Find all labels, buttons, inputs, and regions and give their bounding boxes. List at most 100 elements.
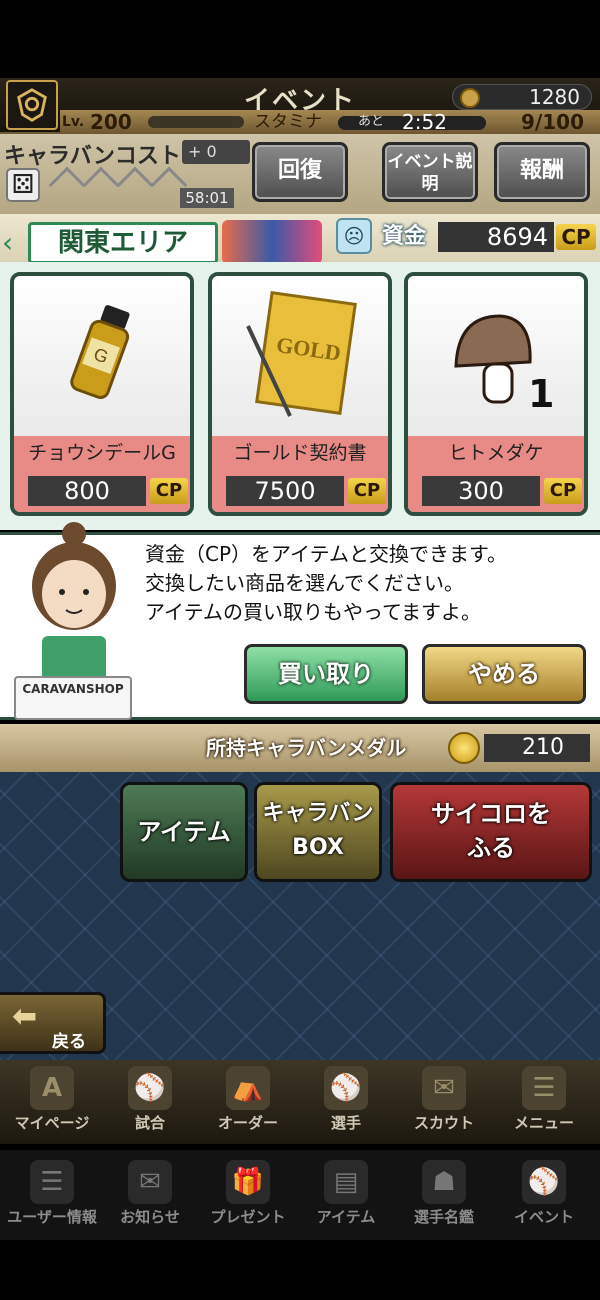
user-info-icon: ☰ — [30, 1160, 74, 1204]
back-label: 戻る — [52, 1032, 86, 1052]
item-image-area: 1 — [408, 276, 584, 436]
level-value: 200 — [90, 110, 132, 134]
nav-scout[interactable]: ✉ スカウト — [396, 1062, 492, 1142]
dialog-line: 資金（CP）をアイテムと交換できます。 — [145, 542, 508, 566]
dialog-line: 交換したい商品を選んでください。 — [145, 571, 464, 595]
tonic-bottle-icon: G — [70, 305, 130, 399]
nav-label: プレゼント — [210, 1208, 286, 1226]
event-icon: ⚾ — [522, 1160, 566, 1204]
cost-recovery-timer: 58:01 — [180, 188, 234, 208]
caravan-box-label: キャラバン — [262, 801, 374, 826]
nav-order[interactable]: ⛺ オーダー — [200, 1062, 296, 1142]
stamina-value: 9/100 — [521, 110, 584, 134]
price-cp-unit: CP — [348, 478, 386, 504]
item-name: ヒトメダケ — [408, 436, 584, 470]
dialog-message: 資金（CP）をアイテムと交換できます。 交換したい商品を選んでください。 アイテ… — [145, 540, 595, 636]
roll-dice-label: サイコロを — [431, 800, 551, 828]
nav-news[interactable]: ✉ お知らせ — [102, 1156, 198, 1236]
item-image-area: GOLD — [212, 276, 388, 436]
event-info-button[interactable]: イベント説明 — [382, 142, 478, 202]
back-arrow-icon: ⬅ — [12, 999, 38, 1034]
item-price: 800 — [28, 476, 146, 506]
price-cp-unit: CP — [150, 478, 188, 504]
fund-value: 8694 — [438, 222, 554, 252]
coin-icon — [460, 88, 480, 108]
nav-label: アイテム — [316, 1208, 376, 1226]
stamina-timer: 2:52 — [402, 110, 447, 134]
nav-label: イベント — [513, 1208, 574, 1226]
nav-mypage[interactable]: A マイページ — [4, 1062, 100, 1142]
item-count: 1 — [528, 372, 555, 416]
shop-item-card[interactable]: G チョウシデールG 800 CP — [10, 272, 194, 516]
mypage-icon: A — [30, 1066, 74, 1110]
stadium-icon: ⚾ — [128, 1066, 172, 1110]
item-price: 300 — [422, 476, 540, 506]
shop-item-card[interactable]: 1 ヒトメダケ 300 CP — [404, 272, 588, 516]
mushroom-icon — [454, 314, 532, 404]
gold-contract-icon: GOLD — [246, 290, 357, 417]
level-label: Lv. — [62, 114, 85, 130]
field-icon: ⛺ — [226, 1066, 270, 1110]
nav-label: メニュー — [513, 1114, 574, 1132]
nav-items[interactable]: ▤ アイテム — [298, 1156, 394, 1236]
caravan-box-label: BOX — [292, 835, 344, 860]
caravan-cost-title: キャラバンコスト — [4, 144, 181, 169]
exp-bar — [148, 116, 244, 128]
nav-label: お知らせ — [120, 1208, 180, 1226]
caravan-box-button[interactable]: キャラバン BOX — [254, 782, 382, 882]
player-directory-icon: ☗ — [422, 1160, 466, 1204]
fund-cp-unit: CP — [556, 224, 596, 250]
nav-label: オーダー — [217, 1114, 278, 1132]
item-name: ゴールド契約書 — [212, 436, 388, 470]
medal-value: 210 — [484, 734, 590, 762]
nav-label: 選手名鑑 — [413, 1208, 474, 1226]
shield-logo-icon — [17, 88, 47, 122]
nav-player-directory[interactable]: ☗ 選手名鑑 — [396, 1156, 492, 1236]
item-price: 7500 — [226, 476, 344, 506]
recover-button[interactable]: 回復 — [252, 142, 348, 202]
item-image-area: G — [14, 276, 190, 436]
back-button[interactable]: ⬅ 戻る — [0, 992, 106, 1054]
dice-icon: ⚄ — [6, 168, 40, 202]
nav-label: マイページ — [14, 1114, 90, 1132]
news-icon: ✉ — [128, 1160, 172, 1204]
nav-label: スカウト — [413, 1114, 474, 1132]
dialog-line: アイテムの買い取りもやってますよ。 — [145, 600, 481, 624]
player-icon: ⚾ — [324, 1066, 368, 1110]
scout-icon: ✉ — [422, 1066, 466, 1110]
nav-label: 試合 — [134, 1114, 165, 1132]
team-logo-button[interactable] — [6, 80, 58, 130]
status-bar — [0, 0, 600, 78]
stamina-label: スタミナ — [254, 112, 322, 132]
reward-button[interactable]: 報酬 — [494, 142, 590, 202]
nav-players[interactable]: ⚾ 選手 — [298, 1062, 394, 1142]
sell-items-button[interactable]: 買い取り — [244, 644, 408, 704]
remaining-label: あと — [358, 114, 385, 129]
event-banner-icon — [222, 220, 322, 264]
roll-dice-label: ふる — [467, 834, 515, 862]
items-icon: ▤ — [324, 1160, 368, 1204]
shop-item-card[interactable]: GOLD ゴールド契約書 7500 CP — [208, 272, 392, 516]
menu-icon: ☰ — [522, 1066, 566, 1110]
gift-icon: 🎁 — [226, 1160, 270, 1204]
page-title: イベント — [243, 86, 356, 116]
nav-label: ユーザー情報 — [7, 1208, 97, 1226]
medal-coin-icon — [448, 732, 480, 764]
area-name-tab: 関東エリア — [28, 222, 218, 264]
item-button[interactable]: アイテム — [120, 782, 248, 882]
nav-event[interactable]: ⚾ イベント — [496, 1156, 592, 1236]
shop-counter-sign: CARAVANSHOP — [14, 676, 132, 720]
nav-user-info[interactable]: ☰ ユーザー情報 — [4, 1156, 100, 1236]
fund-label: 資金 — [382, 224, 427, 249]
area-arrow-icon: ‹ — [2, 226, 14, 259]
price-cp-unit: CP — [544, 478, 582, 504]
medal-label: 所持キャラバンメダル — [206, 736, 407, 760]
nav-menu[interactable]: ☰ メニュー — [496, 1062, 592, 1142]
caravan-cost-plus: + 0 — [182, 140, 250, 164]
nav-game[interactable]: ⚾ 試合 — [102, 1062, 198, 1142]
nav-present[interactable]: 🎁 プレゼント — [200, 1156, 296, 1236]
item-name: チョウシデールG — [14, 436, 190, 470]
quit-button[interactable]: やめる — [422, 644, 586, 704]
roll-dice-button[interactable]: サイコロを ふる — [390, 782, 592, 882]
shopkeeper-icon — [32, 522, 116, 686]
